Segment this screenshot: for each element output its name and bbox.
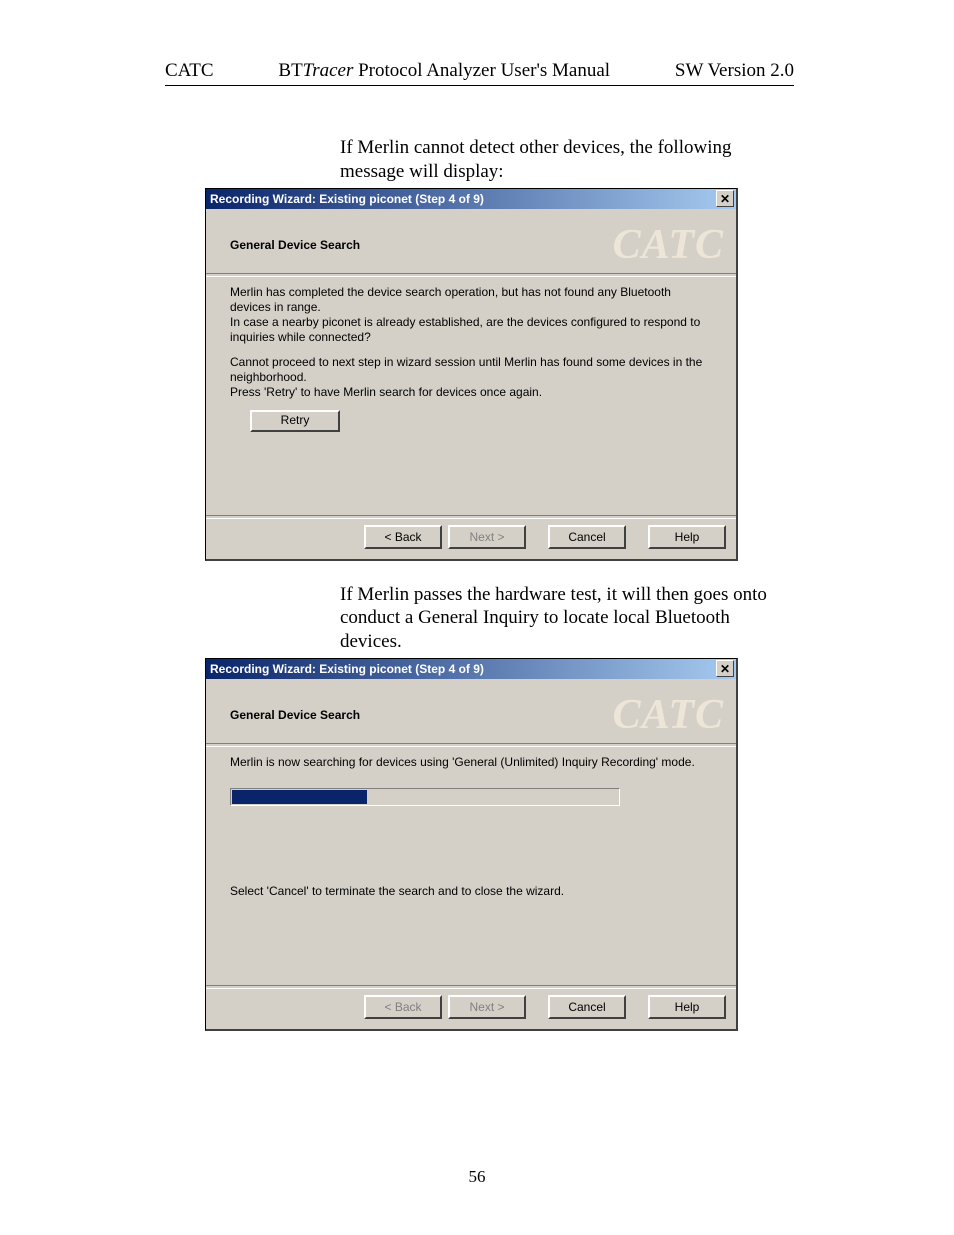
close-icon[interactable]: ✕ (716, 660, 734, 677)
close-icon[interactable]: ✕ (716, 190, 734, 207)
dialog-subhead: General Device Search (230, 238, 360, 252)
catc-watermark: CATC (613, 691, 724, 739)
search-message: Merlin is now searching for devices usin… (230, 755, 712, 770)
progress-bar (230, 788, 620, 806)
page-header: CATC BTTracer Protocol Analyzer User's M… (165, 60, 794, 86)
catc-watermark: CATC (613, 221, 724, 269)
titlebar: Recording Wizard: Existing piconet (Step… (206, 189, 736, 209)
button-row: < Back Next > Cancel Help (206, 519, 736, 559)
back-button: < Back (364, 995, 442, 1019)
button-row: < Back Next > Cancel Help (206, 989, 736, 1029)
header-title: BTTracer Protocol Analyzer User's Manual (278, 60, 610, 82)
dialog-subhead: General Device Search (230, 708, 360, 722)
help-button[interactable]: Help (648, 995, 726, 1019)
wizard-dialog-2: Recording Wizard: Existing piconet (Step… (205, 658, 738, 1031)
next-button: Next > (448, 995, 526, 1019)
cancel-button[interactable]: Cancel (548, 525, 626, 549)
titlebar: Recording Wizard: Existing piconet (Step… (206, 659, 736, 679)
message-2: Cannot proceed to next step in wizard se… (230, 355, 712, 400)
message-1: Merlin has completed the device search o… (230, 285, 712, 345)
next-button: Next > (448, 525, 526, 549)
wizard-dialog-1: Recording Wizard: Existing piconet (Step… (205, 188, 738, 561)
cancel-hint: Select 'Cancel' to terminate the search … (230, 884, 712, 899)
page-number: 56 (0, 1167, 954, 1187)
intro-text-2: If Merlin passes the hardware test, it w… (340, 583, 794, 654)
help-button[interactable]: Help (648, 525, 726, 549)
intro-text-1: If Merlin cannot detect other devices, t… (340, 136, 794, 184)
progress-fill (232, 790, 367, 804)
header-left: CATC (165, 60, 214, 82)
header-right: SW Version 2.0 (675, 60, 794, 82)
back-button[interactable]: < Back (364, 525, 442, 549)
dialog-title: Recording Wizard: Existing piconet (Step… (210, 662, 484, 676)
dialog-title: Recording Wizard: Existing piconet (Step… (210, 192, 484, 206)
retry-button[interactable]: Retry (250, 410, 340, 432)
cancel-button[interactable]: Cancel (548, 995, 626, 1019)
